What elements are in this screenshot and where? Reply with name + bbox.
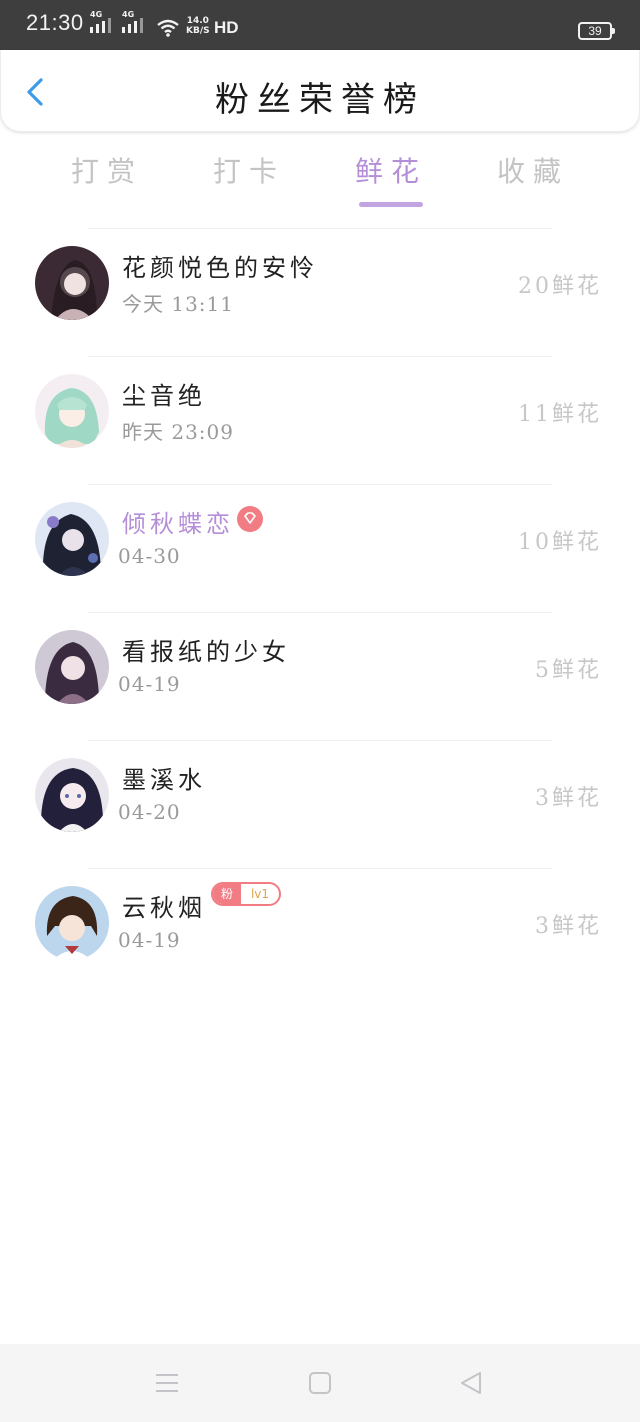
hd-indicator: HD [214, 18, 239, 37]
fan-date: 04-19 [118, 672, 181, 696]
home-square-icon [309, 1372, 331, 1394]
fan-date: 04-19 [118, 928, 181, 952]
battery-indicator: 39 [578, 22, 615, 40]
fan-name: 墨溪水 [122, 766, 206, 794]
menu-icon [156, 1374, 178, 1392]
list-item[interactable]: 云秋烟 粉 lv1 04-19 3鲜花 [0, 868, 640, 996]
tab-collect[interactable]: 收藏 [478, 150, 588, 190]
fan-level-badge: 粉 lv1 [211, 882, 281, 906]
flower-count: 3鲜花 [535, 786, 602, 811]
divider [88, 484, 552, 485]
back-triangle-icon [461, 1372, 481, 1394]
fan-date: 今天 13:11 [122, 292, 234, 316]
list-item[interactable]: 看报纸的少女 04-19 5鲜花 [0, 612, 640, 740]
fan-date: 昨天 23:09 [122, 420, 234, 444]
list-item[interactable]: 墨溪水 04-20 3鲜花 [0, 740, 640, 868]
divider [88, 868, 552, 869]
flower-count: 5鲜花 [535, 658, 602, 683]
list-item[interactable]: 倾秋蝶恋 04-30 10鲜花 [0, 484, 640, 612]
divider [88, 740, 552, 741]
tab-checkin[interactable]: 打卡 [194, 150, 304, 190]
network-speed: 14.0 KB/S [186, 16, 210, 36]
avatar[interactable] [35, 758, 109, 832]
status-time: 21:30 [26, 10, 84, 35]
back-nav-button[interactable] [458, 1370, 484, 1396]
divider [88, 356, 552, 357]
page-title: 粉丝荣誉榜 [215, 80, 425, 120]
fan-name: 倾秋蝶恋 [122, 510, 234, 538]
status-bar: 21:30 4G 4G 14.0 KB/S HD 39 [0, 0, 640, 50]
fan-name: 看报纸的少女 [122, 638, 290, 666]
list-item[interactable]: 花颜悦色的安怜 今天 13:11 20鲜花 [0, 228, 640, 356]
fan-date: 04-30 [118, 544, 181, 568]
fan-list: 花颜悦色的安怜 今天 13:11 20鲜花 尘音绝 昨天 23:09 11鲜花 [0, 228, 640, 996]
menu-button[interactable] [154, 1370, 180, 1396]
vip-diamond-icon [237, 506, 263, 532]
avatar[interactable] [35, 630, 109, 704]
fan-name: 云秋烟 [122, 894, 206, 922]
tab-reward[interactable]: 打赏 [52, 150, 162, 190]
fan-date: 04-20 [118, 800, 181, 824]
divider [88, 612, 552, 613]
flower-count: 20鲜花 [518, 274, 602, 299]
avatar[interactable] [35, 246, 109, 320]
avatar[interactable] [35, 502, 109, 576]
fan-name: 尘音绝 [122, 382, 206, 410]
tab-bar: 打赏 打卡 鲜花 收藏 [0, 150, 640, 210]
flower-count: 10鲜花 [518, 530, 602, 555]
tab-flowers[interactable]: 鲜花 [336, 150, 446, 190]
avatar[interactable] [35, 886, 109, 960]
list-item[interactable]: 尘音绝 昨天 23:09 11鲜花 [0, 356, 640, 484]
signal-icon-2: 4G [122, 10, 143, 33]
tab-active-indicator [359, 202, 423, 207]
home-button[interactable] [307, 1370, 333, 1396]
system-nav-bar [0, 1344, 640, 1422]
wifi-icon [157, 19, 179, 37]
fan-name: 花颜悦色的安怜 [122, 254, 318, 282]
header-bar: 粉丝荣誉榜 [0, 50, 640, 132]
flower-count: 3鲜花 [535, 914, 602, 939]
signal-icon: 4G [90, 10, 111, 33]
avatar[interactable] [35, 374, 109, 448]
divider [88, 228, 552, 229]
flower-count: 11鲜花 [518, 402, 602, 427]
